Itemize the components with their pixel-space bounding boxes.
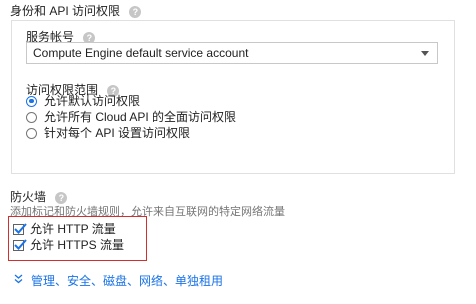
service-account-select[interactable]: Compute Engine default service account: [26, 42, 438, 64]
allow-http-label: 允许 HTTP 流量: [30, 222, 116, 236]
checkbox[interactable]: [13, 222, 27, 235]
allow-https-label: 允许 HTTPS 流量: [30, 238, 125, 252]
radio-button[interactable]: [26, 127, 37, 139]
checkmark-icon: [14, 238, 27, 250]
dropdown-arrow-icon: [421, 51, 429, 56]
scope-option-label: 针对每个 API 设置访问权限: [44, 126, 191, 140]
allow-https-option[interactable]: 允许 HTTPS 流量: [13, 237, 124, 253]
identity-title-text: 身份和 API 访问权限: [10, 4, 121, 18]
checkmark-icon: [14, 222, 27, 234]
scope-option-full[interactable]: 允许所有 Cloud API 的全面访问权限: [26, 109, 236, 125]
radio-button[interactable]: [26, 111, 37, 123]
service-account-value: Compute Engine default service account: [33, 46, 249, 60]
allow-http-option[interactable]: 允许 HTTP 流量: [13, 221, 116, 237]
firewall-title-text: 防火墙: [10, 190, 47, 204]
scope-option-label: 允许所有 Cloud API 的全面访问权限: [44, 110, 237, 124]
scope-option-per-api[interactable]: 针对每个 API 设置访问权限: [26, 125, 190, 141]
scope-option-label: 允许默认访问权限: [44, 94, 141, 108]
help-icon[interactable]: ?: [129, 5, 142, 18]
checkbox[interactable]: [13, 238, 27, 251]
more-settings-link[interactable]: 管理、安全、磁盘、网络、单独租用: [14, 272, 223, 289]
radio-button[interactable]: [26, 95, 37, 107]
expand-chevron-icon: [14, 274, 23, 287]
scope-option-default[interactable]: 允许默认访问权限: [26, 93, 140, 109]
more-settings-label: 管理、安全、磁盘、网络、单独租用: [31, 274, 224, 288]
identity-section-title: 身份和 API 访问权限 ?: [10, 2, 142, 19]
